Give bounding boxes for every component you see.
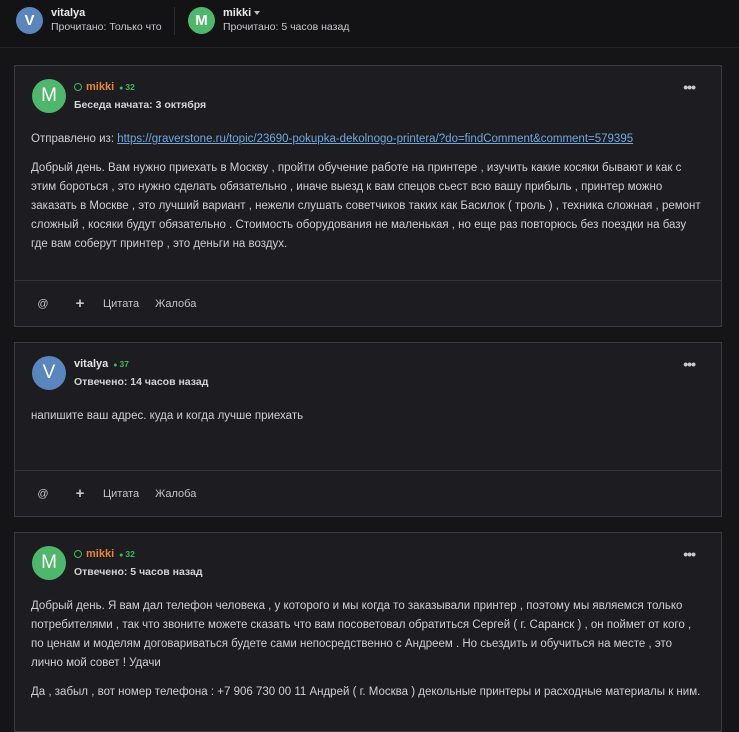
reputation-badge: 32 [119,82,135,92]
message-post: M mikki32 Отвечено: 5 часов назад ••• До… [14,532,722,732]
participant-vitalya[interactable]: V vitalya Прочитано: Только что [16,6,162,34]
participant-name[interactable]: vitalya [51,6,162,20]
post-date: Беседа начата: 3 октября [74,99,207,111]
add-icon[interactable]: + [74,485,86,502]
reputation-badge: 32 [119,549,135,559]
more-options-icon[interactable]: ••• [683,546,696,562]
reputation-badge: 37 [113,359,129,369]
more-options-icon[interactable]: ••• [683,356,696,372]
post-author[interactable]: mikki32 [74,548,135,560]
online-indicator-icon [74,550,82,558]
post-body: напишите ваш адрес. куда и когда лучше п… [15,401,721,426]
participant-name[interactable]: mikki [223,6,349,20]
avatar[interactable]: M [32,546,66,580]
post-paragraph: Добрый день. Я вам дал телефон человека … [31,600,692,669]
add-icon[interactable]: + [74,295,86,312]
online-indicator-icon [74,83,82,91]
report-button[interactable]: Жалоба [155,298,196,310]
post-date: Отвечено: 14 часов назад [74,376,209,388]
avatar[interactable]: V [32,356,66,390]
caret-down-icon[interactable] [254,11,261,16]
source-line: Отправлено из: https://graverstone.ru/to… [31,133,634,145]
message-post: M mikki32 Беседа начата: 3 октября ••• О… [14,65,722,327]
mention-icon[interactable]: @ [37,488,49,500]
post-actions: @ + Цитата Жалоба [15,470,721,516]
mention-icon[interactable]: @ [37,298,49,310]
read-status: Прочитано: Только что [51,21,162,33]
participants-bar: V vitalya Прочитано: Только что M mikki … [0,0,739,48]
participant-mikki[interactable]: M mikki Прочитано: 5 часов назад [188,6,349,34]
post-author[interactable]: vitalya37 [74,358,129,370]
avatar[interactable]: M [32,79,66,113]
report-button[interactable]: Жалоба [155,488,196,500]
divider [174,7,175,35]
post-body: Добрый день. Я вам дал телефон человека … [15,591,721,702]
post-paragraph: напишите ваш адрес. куда и когда лучше п… [31,410,304,422]
post-actions: @ + Цитата Жалоба [15,280,721,326]
message-post: V vitalya37 Отвечено: 14 часов назад •••… [14,342,722,517]
quote-button[interactable]: Цитата [103,298,139,310]
more-options-icon[interactable]: ••• [683,79,696,95]
post-date: Отвечено: 5 часов назад [74,566,203,578]
read-status: Прочитано: 5 часов назад [223,21,350,33]
post-header: M mikki32 Беседа начата: 3 октября ••• [15,66,721,124]
post-author[interactable]: mikki32 [74,81,135,93]
avatar[interactable]: M [188,6,215,34]
post-paragraph: Да , забыл , вот номер телефона : +7 906… [31,686,701,698]
post-body: Отправлено из: https://graverstone.ru/to… [15,124,721,254]
post-paragraph: Добрый день. Вам нужно приехать в Москву… [31,162,701,250]
source-link[interactable]: https://graverstone.ru/topic/23690-pokup… [117,133,633,145]
avatar[interactable]: V [16,6,43,34]
post-header: M mikki32 Отвечено: 5 часов назад ••• [15,533,721,591]
post-header: V vitalya37 Отвечено: 14 часов назад ••• [15,343,721,401]
quote-button[interactable]: Цитата [103,488,139,500]
